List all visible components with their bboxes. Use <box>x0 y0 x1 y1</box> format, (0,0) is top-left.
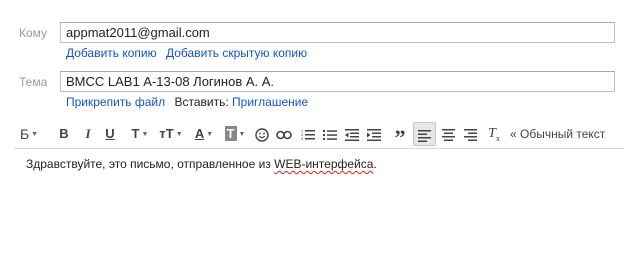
chevron-down-icon: ▼ <box>141 130 149 138</box>
body-text-end: . <box>373 157 377 171</box>
bold-button[interactable]: B <box>54 122 74 146</box>
insert-label: Вставить: <box>174 95 229 109</box>
bulleted-list-button[interactable] <box>320 122 340 146</box>
bulleted-list-icon <box>323 129 337 140</box>
italic-label: I <box>85 126 91 141</box>
bold-label: B <box>59 126 69 141</box>
quote-icon: ” <box>394 125 406 150</box>
align-right-icon <box>463 128 477 141</box>
smiley-icon <box>255 127 269 142</box>
insert-link-button[interactable] <box>274 122 294 146</box>
svg-text:3: 3 <box>301 136 304 141</box>
font-family-button[interactable]: Б ▼ <box>14 122 44 146</box>
align-left-button[interactable] <box>413 122 436 146</box>
indent-more-button[interactable] <box>364 122 384 146</box>
subject-field[interactable]: ВМСС LAB1 А-13-08 Логинов А. А. <box>60 71 615 92</box>
to-value: appmat2011@gmail.com <box>66 25 210 40</box>
misspelled-word: WEB-интерфейса <box>274 157 374 171</box>
chevron-down-icon: ▼ <box>175 130 183 138</box>
underline-label: U <box>105 126 115 141</box>
align-center-button[interactable] <box>438 122 458 146</box>
numbered-list-button[interactable]: 1 2 3 <box>298 122 318 146</box>
indent-less-icon <box>345 128 359 141</box>
recipient-links: Добавить копию Добавить скрытую копию <box>66 46 307 60</box>
align-right-button[interactable] <box>460 122 480 146</box>
message-body-editor[interactable]: Здравствуйте, это письмо, отправленное и… <box>14 148 624 272</box>
highlight-label: T <box>224 126 237 141</box>
add-cc-link[interactable]: Добавить копию <box>66 46 157 60</box>
chevron-down-icon: ▼ <box>206 130 214 138</box>
indent-less-button[interactable] <box>342 122 362 146</box>
font-button[interactable]: T ▼ <box>126 122 154 146</box>
chevron-down-icon: ▼ <box>31 131 39 139</box>
indent-more-icon <box>367 128 381 141</box>
link-icon <box>276 130 292 139</box>
text-color-button[interactable]: A ▼ <box>190 122 218 146</box>
subject-links: Прикрепить файл Вставить: Приглашение <box>66 95 308 109</box>
message-body-text: Здравствуйте, это письмо, отправленное и… <box>26 157 377 171</box>
body-text-part: Здравствуйте, это письмо, отправленное и… <box>26 157 275 171</box>
align-left-icon <box>418 129 431 142</box>
italic-button[interactable]: I <box>78 122 98 146</box>
emoji-button[interactable] <box>252 122 272 146</box>
text-size-label: тT <box>159 126 174 141</box>
remove-formatting-button[interactable]: Tx <box>484 122 504 146</box>
attach-file-link[interactable]: Прикрепить файл <box>66 95 165 109</box>
invitation-link[interactable]: Приглашение <box>232 95 308 109</box>
to-label: Кому <box>19 26 48 40</box>
add-bcc-link[interactable]: Добавить скрытую копию <box>166 46 307 60</box>
subject-value: ВМСС LAB1 А-13-08 Логинов А. А. <box>66 74 275 89</box>
text-size-button[interactable]: тT ▼ <box>156 122 186 146</box>
chevron-down-icon: ▼ <box>238 130 246 138</box>
formatting-toolbar: Б ▼ B I U T ▼ тT ▼ A ▼ T ▼ 1 2 3 ” Tx « … <box>14 122 618 150</box>
subject-label: Тема <box>19 75 48 89</box>
to-field[interactable]: appmat2011@gmail.com <box>60 22 615 43</box>
remove-formatting-icon: Tx <box>488 126 500 143</box>
font-family-label: Б <box>19 126 30 142</box>
align-center-icon <box>441 128 455 141</box>
numbered-list-icon: 1 2 3 <box>301 128 315 141</box>
quote-button[interactable]: ” <box>390 122 410 150</box>
plain-text-link[interactable]: « Обычный текст <box>510 122 606 146</box>
text-color-label: A <box>194 126 205 141</box>
font-label: T <box>131 126 140 141</box>
highlight-color-button[interactable]: T ▼ <box>220 122 250 146</box>
underline-button[interactable]: U <box>100 122 120 146</box>
